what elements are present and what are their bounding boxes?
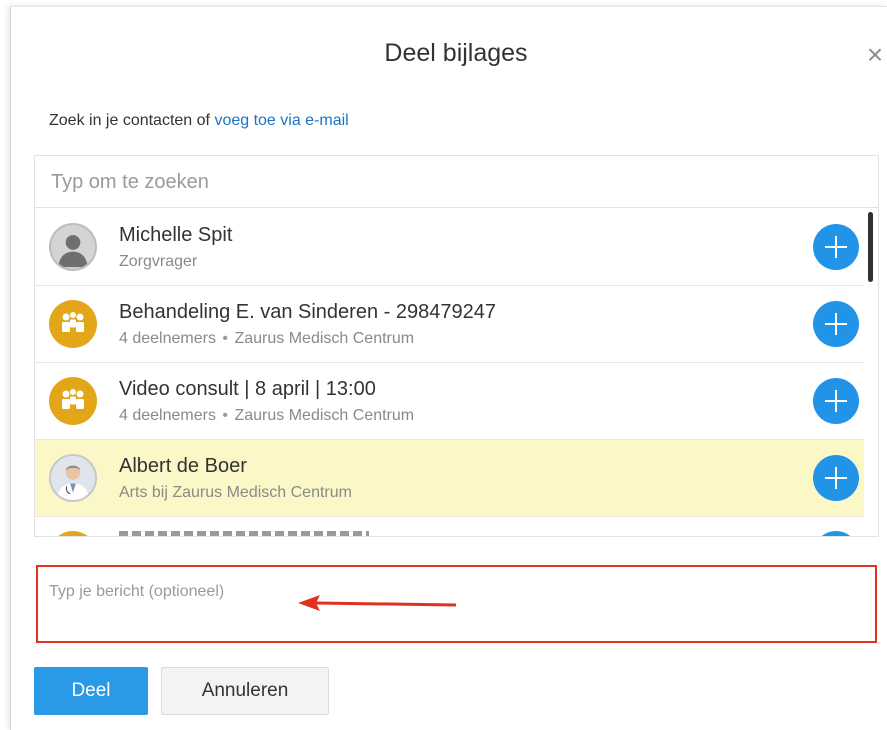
contact-meta: 4 deelnemers • Zaurus Medisch Centrum bbox=[119, 330, 415, 347]
add-contact-button[interactable] bbox=[813, 378, 859, 424]
contact-role: Zorgvrager bbox=[119, 253, 198, 270]
dialog-title: Deel bijlages bbox=[384, 39, 528, 67]
list-item-partial[interactable] bbox=[35, 517, 864, 536]
intro-text: Zoek in je contacten of voeg toe via e-m… bbox=[49, 112, 349, 130]
participant-count: 4 deelnemers bbox=[119, 407, 216, 424]
list-item[interactable]: Behandeling E. van Sinderen - 298479247 … bbox=[35, 286, 864, 363]
contact-picker: Typ om te zoeken Michelle Spit Zorgvrage… bbox=[34, 155, 879, 537]
add-contact-button[interactable] bbox=[813, 531, 859, 536]
close-icon[interactable]: × bbox=[863, 41, 887, 69]
participant-count: 4 deelnemers bbox=[119, 330, 216, 347]
group-icon bbox=[49, 531, 97, 536]
contact-meta: 4 deelnemers • Zaurus Medisch Centrum bbox=[119, 407, 415, 424]
partial-contact-name bbox=[119, 531, 369, 536]
contact-name: Video consult | 8 april | 13:00 bbox=[119, 378, 376, 400]
list-item[interactable]: Michelle Spit Zorgvrager bbox=[35, 209, 864, 286]
add-contact-button[interactable] bbox=[813, 455, 859, 501]
add-via-email-link[interactable]: voeg toe via e-mail bbox=[214, 112, 348, 129]
group-icon bbox=[49, 377, 97, 425]
contact-role: Arts bij Zaurus Medisch Centrum bbox=[119, 484, 352, 501]
organization-name: Zaurus Medisch Centrum bbox=[234, 330, 415, 347]
organization-name: Zaurus Medisch Centrum bbox=[234, 407, 415, 424]
list-item[interactable]: Albert de Boer Arts bij Zaurus Medisch C… bbox=[35, 440, 864, 517]
share-button[interactable]: Deel bbox=[34, 667, 148, 715]
add-contact-button[interactable] bbox=[813, 301, 859, 347]
contact-name: Michelle Spit bbox=[119, 224, 233, 246]
doctor-photo bbox=[49, 454, 97, 502]
intro-label: Zoek in je contacten of bbox=[49, 112, 215, 129]
contact-name: Behandeling E. van Sinderen - 298479247 bbox=[119, 301, 496, 323]
list-item[interactable]: Video consult | 8 april | 13:00 4 deelne… bbox=[35, 363, 864, 440]
annotation-arrow bbox=[298, 595, 457, 611]
add-contact-button[interactable] bbox=[813, 224, 859, 270]
person-silhouette-icon bbox=[49, 223, 97, 271]
cancel-button[interactable]: Annuleren bbox=[161, 667, 329, 715]
contact-list: Michelle Spit Zorgvrager Behandeling E. … bbox=[35, 209, 864, 517]
group-icon bbox=[49, 300, 97, 348]
contact-name: Albert de Boer bbox=[119, 455, 247, 477]
search-input[interactable]: Typ om te zoeken bbox=[35, 156, 878, 208]
scrollbar-thumb[interactable] bbox=[868, 212, 873, 282]
